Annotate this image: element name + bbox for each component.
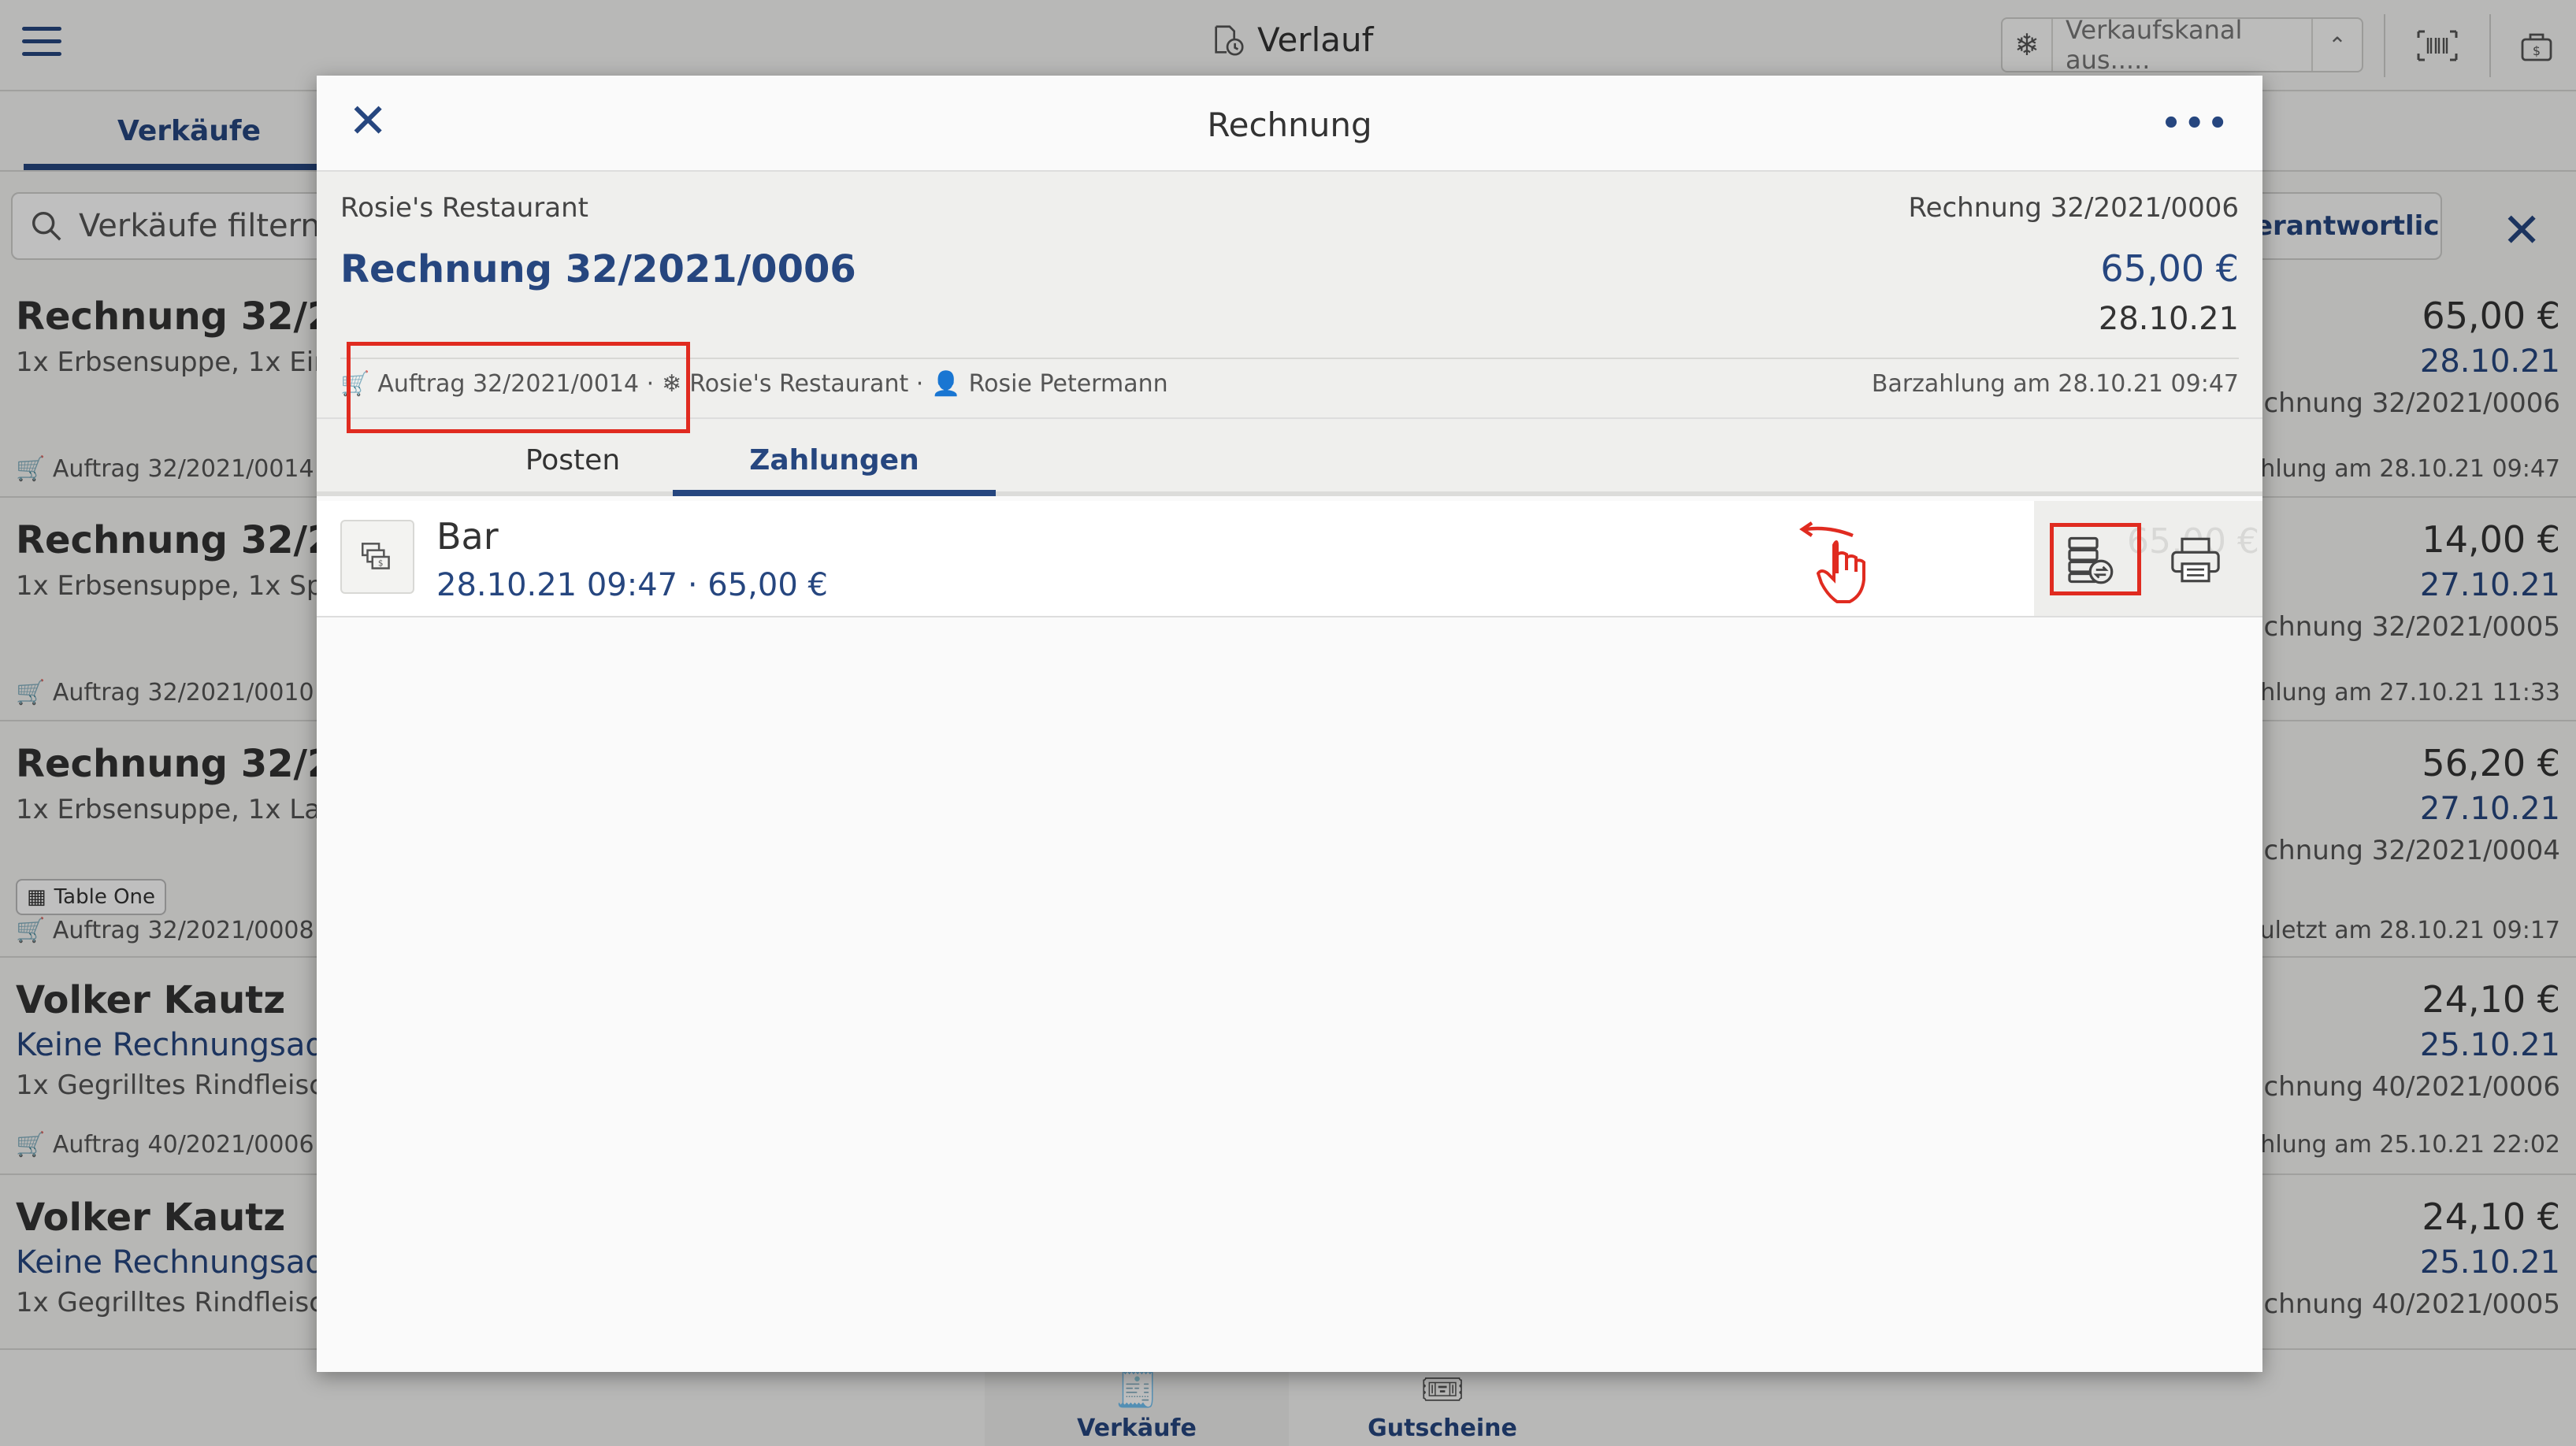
- person-icon: 👤: [931, 370, 961, 398]
- payment-status: Barzahlung am 28.10.21 09:47: [1871, 370, 2239, 398]
- pointing-hand-icon: [1790, 520, 1884, 610]
- channel-ref: Rosie's Restaurant ·: [689, 370, 924, 398]
- tab-underline: [673, 490, 996, 496]
- payment-method: Bar: [436, 515, 499, 558]
- highlight-box: [347, 342, 690, 433]
- svg-text:$: $: [378, 558, 384, 568]
- company-name: Rosie's Restaurant: [340, 192, 588, 224]
- invoice-number-secondary: Rechnung 32/2021/0006: [1908, 192, 2239, 224]
- payment-row[interactable]: $ Bar 28.10.21 09:47 · 65,00 €: [317, 501, 2034, 617]
- invoice-number: Rechnung 32/2021/0006: [340, 247, 856, 291]
- printer-icon: [2171, 537, 2220, 583]
- invoice-amount: 65,00 €: [2100, 247, 2239, 290]
- modal-title: Rechnung: [1207, 106, 1372, 144]
- cash-icon: $: [340, 520, 414, 594]
- tab-payments[interactable]: Zahlungen: [673, 444, 996, 476]
- invoice-modal: ✕ Rechnung ••• Rosie's Restaurant Rechnu…: [317, 76, 2262, 1372]
- more-options-icon[interactable]: •••: [2161, 106, 2231, 142]
- highlight-box: [2050, 523, 2141, 595]
- payment-details: 28.10.21 09:47 · 65,00 €: [436, 567, 828, 603]
- invoice-summary: Rosie's Restaurant Rechnung 32/2021/0006…: [317, 172, 2262, 496]
- tab-items[interactable]: Posten: [435, 444, 711, 476]
- invoice-date: 28.10.21: [2098, 301, 2239, 337]
- modal-header: ✕ Rechnung •••: [317, 76, 2262, 172]
- print-button[interactable]: [2156, 525, 2235, 595]
- person-ref: Rosie Petermann: [968, 370, 1168, 398]
